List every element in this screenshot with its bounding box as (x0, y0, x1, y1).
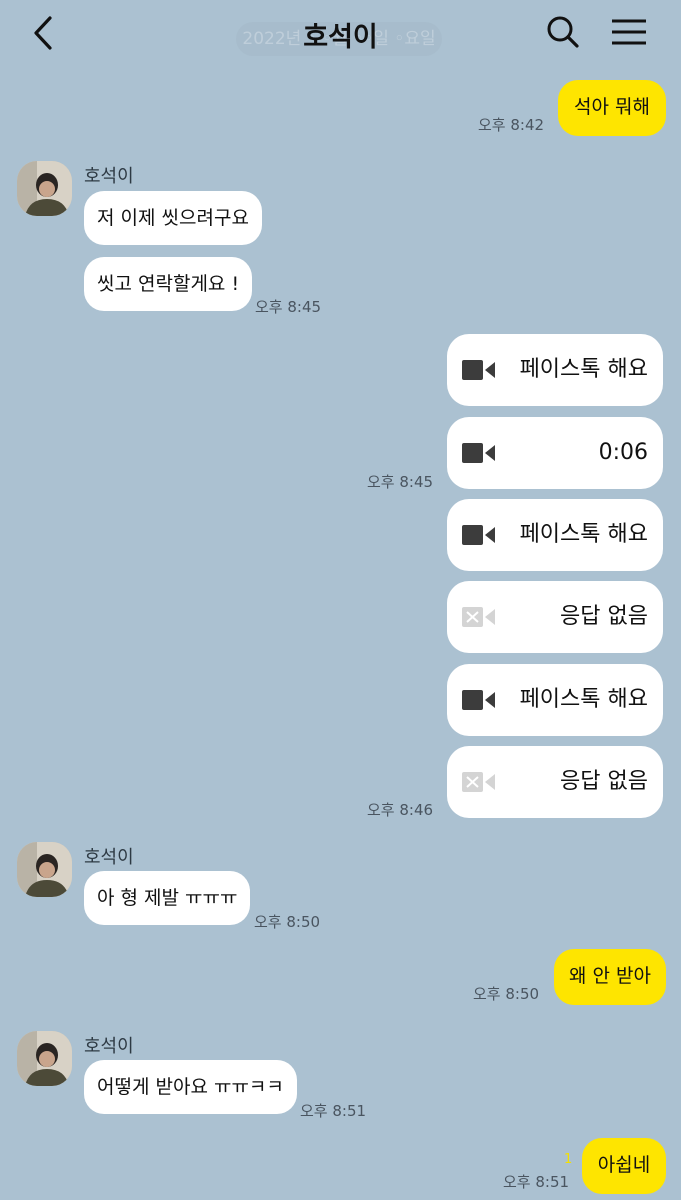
missed-video-icon (462, 772, 495, 792)
chat-header: 2022년 ◦ ◦월 ◦◦일 ◦요일 호석이 (0, 0, 681, 64)
sender-name: 호석이 (84, 1036, 134, 1057)
facetalk-call-bubble[interactable]: 페이스톡 해요 (447, 334, 663, 406)
missed-video-icon (462, 607, 495, 627)
avatar[interactable] (17, 161, 72, 216)
message-time: 오후 8:46 (367, 801, 434, 819)
profile-photo (17, 842, 72, 897)
video-camera-icon (462, 360, 495, 380)
message-time: 오후 8:51 (300, 1102, 367, 1120)
message-time: 오후 8:42 (478, 116, 545, 134)
my-message-bubble[interactable]: 아쉽네 (582, 1138, 666, 1194)
profile-photo (17, 161, 72, 216)
profile-photo (17, 1031, 72, 1086)
message-time: 오후 8:50 (473, 985, 540, 1003)
call-label: 응답 없음 (560, 769, 648, 794)
my-message-bubble[interactable]: 왜 안 받아 (554, 949, 666, 1005)
menu-button[interactable] (608, 12, 650, 52)
facetalk-call-bubble[interactable]: 페이스톡 해요 (447, 499, 663, 571)
search-icon (547, 16, 579, 48)
video-camera-icon (462, 443, 495, 463)
hamburger-menu-icon (612, 19, 646, 45)
call-label: 페이스톡 해요 (519, 687, 648, 712)
call-label: 페이스톡 해요 (519, 357, 648, 382)
message-time: 오후 8:45 (255, 298, 322, 316)
their-message-bubble[interactable]: 저 이제 씻으려구요 (84, 191, 262, 245)
message-time: 오후 8:51 (503, 1173, 570, 1191)
avatar[interactable] (17, 1031, 72, 1086)
sender-name: 호석이 (84, 847, 134, 868)
their-message-bubble[interactable]: 씻고 연락할게요 ! (84, 257, 253, 311)
avatar[interactable] (17, 842, 72, 897)
message-time: 오후 8:45 (367, 473, 434, 491)
call-duration: 0:06 (598, 440, 648, 465)
video-camera-icon (462, 525, 495, 545)
my-message-bubble[interactable]: 석아 뭐해 (558, 80, 666, 136)
facetalk-call-bubble[interactable]: 페이스톡 해요 (447, 664, 663, 736)
unread-count: 1 (564, 1152, 573, 1167)
video-camera-icon (462, 690, 495, 710)
sender-name: 호석이 (84, 166, 134, 187)
call-label: 응답 없음 (560, 604, 648, 629)
their-message-bubble[interactable]: 아 형 제발 ㅠㅠㅠ (84, 871, 251, 925)
facetalk-call-bubble[interactable]: 0:06 (447, 417, 663, 489)
call-label: 페이스톡 해요 (519, 522, 648, 547)
facetalk-call-bubble[interactable]: 응답 없음 (447, 746, 663, 818)
facetalk-call-bubble[interactable]: 응답 없음 (447, 581, 663, 653)
their-message-bubble[interactable]: 어떻게 받아요 ㅠㅠㅋㅋ (84, 1060, 297, 1114)
search-button[interactable] (543, 12, 583, 52)
message-time: 오후 8:50 (254, 913, 321, 931)
